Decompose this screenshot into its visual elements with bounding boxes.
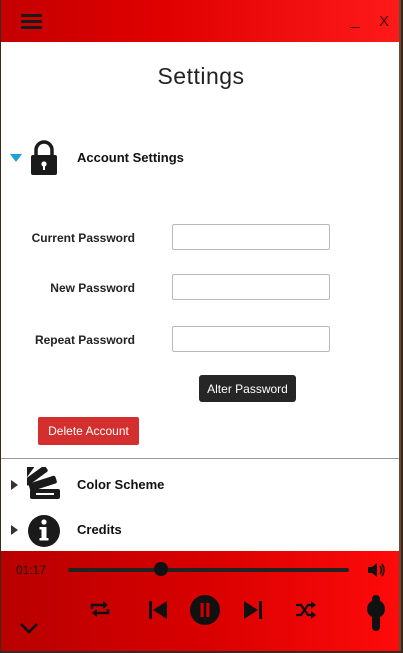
title-bar: X — [1, 0, 401, 42]
previous-icon[interactable] — [147, 599, 169, 621]
repeat-icon[interactable] — [89, 599, 111, 619]
minimize-icon[interactable] — [348, 14, 362, 30]
section-color-scheme[interactable]: Color Scheme — [1, 465, 401, 505]
new-password-label: New Password — [50, 281, 135, 295]
repeat-password-label: Repeat Password — [34, 333, 135, 347]
new-password-field[interactable] — [172, 274, 330, 300]
next-icon[interactable] — [242, 599, 264, 621]
shuffle-icon[interactable] — [295, 600, 317, 620]
expanded-arrow-icon — [10, 154, 22, 162]
elapsed-time: 01:17 — [16, 563, 47, 577]
seek-bar[interactable] — [68, 568, 349, 572]
collapsed-arrow-icon — [11, 480, 18, 490]
divider — [1, 458, 401, 459]
hamburger-icon[interactable] — [21, 14, 42, 29]
repeat-password-field[interactable] — [172, 326, 330, 352]
close-button[interactable]: X — [379, 13, 389, 31]
volume-icon[interactable] — [367, 561, 387, 579]
page-title: Settings — [157, 63, 245, 89]
seek-handle[interactable] — [153, 562, 168, 576]
player-bar: 01:17 — [1, 551, 401, 651]
section-credits[interactable]: Credits — [1, 510, 401, 550]
section-label: Color Scheme — [77, 477, 165, 492]
alter-password-button[interactable]: Alter Password — [199, 375, 296, 402]
pause-icon[interactable] — [189, 594, 221, 626]
info-icon — [28, 515, 60, 547]
current-password-field[interactable] — [172, 224, 330, 250]
delete-account-button[interactable]: Delete Account — [38, 417, 139, 445]
section-label: Account Settings — [77, 150, 184, 165]
chevron-down-icon[interactable] — [19, 621, 39, 635]
section-label: Credits — [77, 522, 122, 537]
color-swatch-icon — [27, 467, 60, 499]
collapsed-arrow-icon — [11, 525, 18, 535]
lock-icon — [31, 140, 57, 175]
section-account-settings[interactable]: Account Settings — [1, 138, 401, 178]
settings-window: X Settings Account Settings Current Pass… — [1, 0, 401, 651]
volume-handle[interactable] — [367, 600, 385, 619]
current-password-label: Current Password — [31, 231, 135, 245]
